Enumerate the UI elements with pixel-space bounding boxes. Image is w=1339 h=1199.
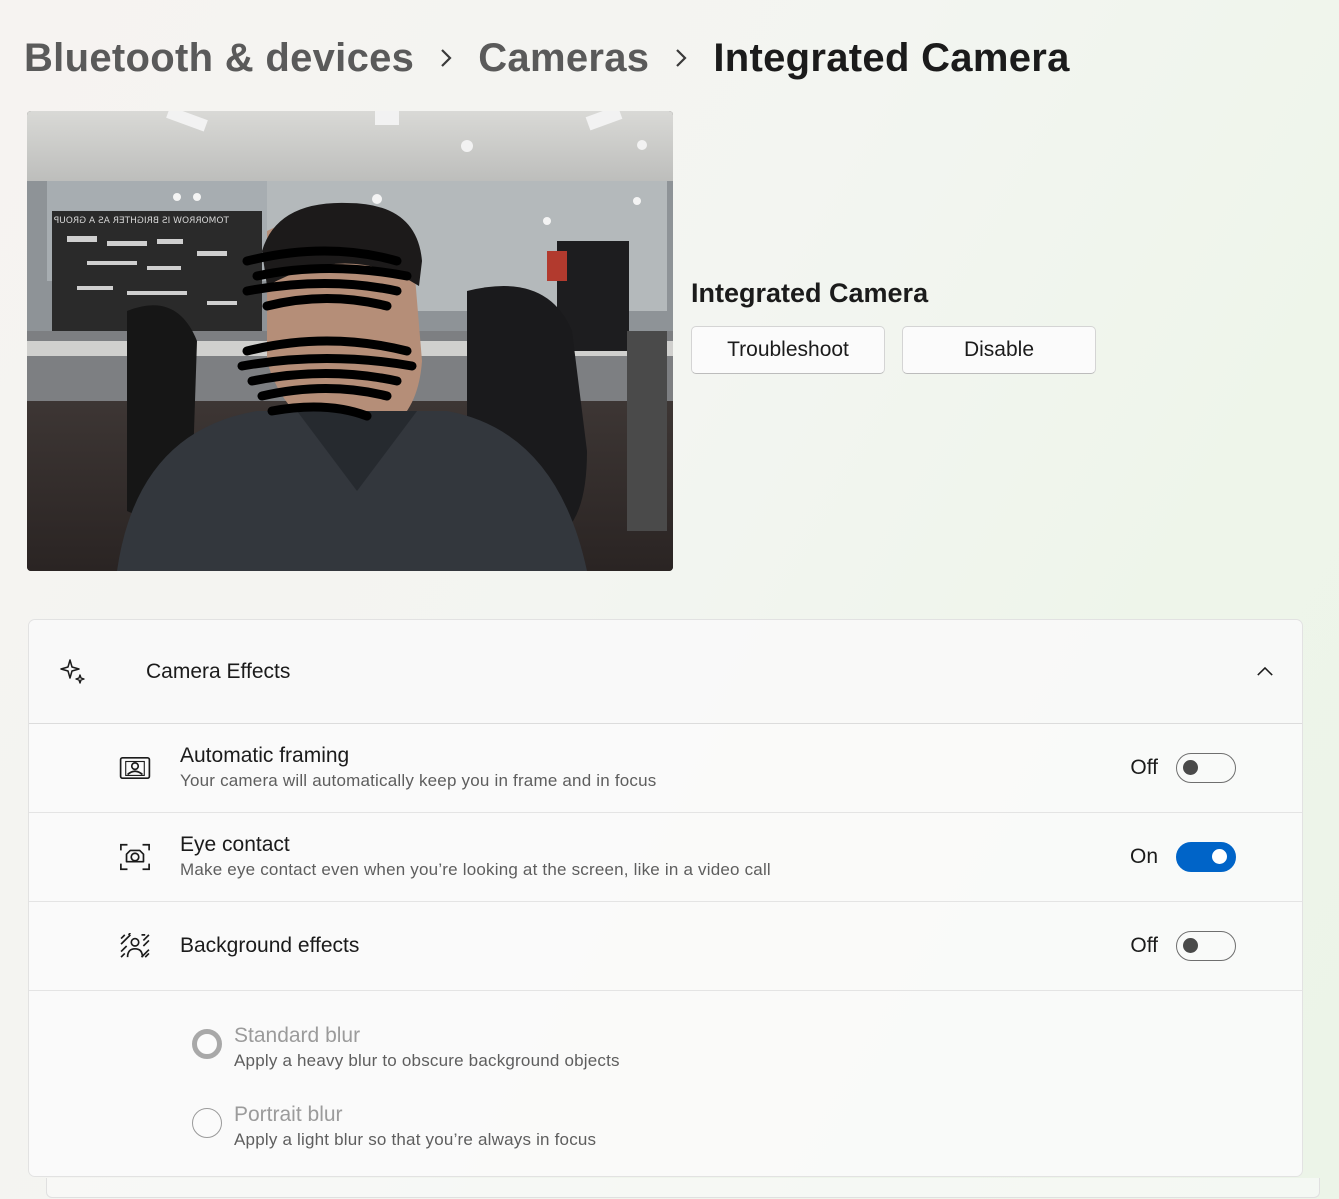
camera-preview-image: TOMORROW IS BRIGHTER AS A GROUP (27, 111, 673, 571)
portrait-blur-radio[interactable] (192, 1108, 222, 1138)
background-effects-state: Off (1130, 934, 1158, 957)
standard-blur-text: Standard blur Apply a heavy blur to obsc… (234, 1023, 620, 1073)
toggle-knob (1183, 760, 1198, 775)
eye-contact-description: Make eye contact even when you’re lookin… (180, 860, 771, 879)
automatic-framing-toggle[interactable] (1176, 753, 1236, 783)
background-effects-text: Background effects (180, 933, 359, 959)
sparkle-icon (59, 658, 87, 686)
portrait-blur-description: Apply a light blur so that you’re always… (234, 1130, 597, 1149)
breadcrumb-cameras[interactable]: Cameras (478, 36, 649, 81)
camera-info: Integrated Camera Troubleshoot Disable (691, 278, 1096, 374)
eye-contact-toggle[interactable] (1176, 842, 1236, 872)
automatic-framing-row: Automatic framing Your camera will autom… (29, 724, 1302, 813)
camera-preview: TOMORROW IS BRIGHTER AS A GROUP (27, 111, 673, 571)
background-icon (118, 929, 152, 963)
background-effects-toggle[interactable] (1176, 931, 1236, 961)
breadcrumb: Bluetooth & devices Cameras Integrated C… (24, 28, 1070, 88)
automatic-framing-state: Off (1130, 756, 1158, 779)
portrait-blur-text: Portrait blur Apply a light blur so that… (234, 1102, 596, 1152)
camera-effects-title: Camera Effects (146, 659, 291, 683)
eye-contact-title: Eye contact (180, 833, 290, 856)
camera-actions: Troubleshoot Disable (691, 326, 1096, 374)
background-effects-row: Background effects Off (29, 902, 1302, 991)
chevron-right-icon (649, 48, 713, 68)
eye-contact-state: On (1129, 845, 1158, 868)
camera-effects-header[interactable]: Camera Effects (29, 620, 1302, 724)
eye-contact-row: Eye contact Make eye contact even when y… (29, 813, 1302, 902)
toggle-knob (1212, 849, 1227, 864)
camera-effects-card: Camera Effects Automatic framing Your ca… (28, 619, 1303, 1177)
poster-text: TOMORROW IS BRIGHTER AS A GROUP (53, 216, 230, 226)
camera-name: Integrated Camera (691, 278, 929, 308)
page-title: Integrated Camera (713, 35, 1070, 80)
chevron-right-icon (414, 48, 478, 68)
automatic-framing-text: Automatic framing Your camera will autom… (180, 743, 656, 793)
automatic-framing-description: Your camera will automatically keep you … (180, 771, 657, 790)
standard-blur-description: Apply a heavy blur to obscure background… (234, 1051, 620, 1070)
chevron-up-icon[interactable] (1254, 660, 1276, 682)
eye-contact-text: Eye contact Make eye contact even when y… (180, 832, 771, 882)
breadcrumb-bluetooth-devices[interactable]: Bluetooth & devices (24, 36, 414, 81)
troubleshoot-button[interactable]: Troubleshoot (691, 326, 885, 374)
background-effects-title: Background effects (180, 934, 360, 957)
framing-icon (118, 751, 152, 785)
disable-button[interactable]: Disable (902, 326, 1096, 374)
portrait-blur-title: Portrait blur (234, 1103, 343, 1126)
toggle-knob (1183, 938, 1198, 953)
eye-contact-icon (118, 840, 152, 874)
standard-blur-radio[interactable] (192, 1029, 222, 1059)
standard-blur-title: Standard blur (234, 1024, 361, 1047)
automatic-framing-title: Automatic framing (180, 744, 350, 767)
background-blur-options: Standard blur Apply a heavy blur to obsc… (29, 991, 1302, 1176)
next-card-edge (46, 1178, 1320, 1198)
